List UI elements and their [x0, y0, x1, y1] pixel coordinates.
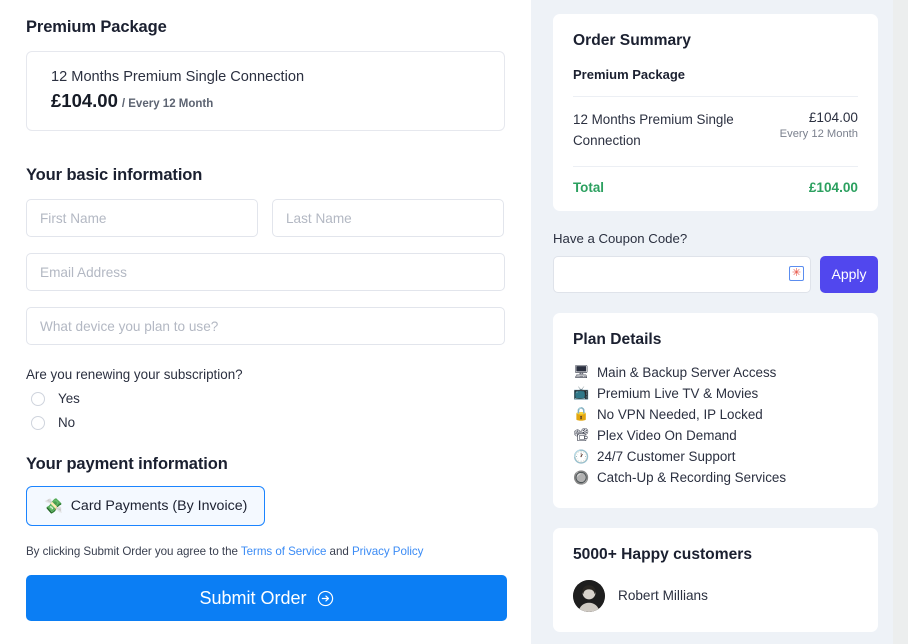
money-with-wings-icon: 💸: [44, 497, 63, 515]
coupon-question: Have a Coupon Code?: [553, 230, 688, 246]
device-input[interactable]: [26, 307, 505, 345]
coupon-field-wrapper: ✳: [553, 255, 811, 293]
terms-of-service-link[interactable]: Terms of Service: [241, 545, 327, 558]
order-summary-package-name: Premium Package: [573, 67, 686, 82]
summary-divider-top: [573, 96, 858, 97]
record-button-icon: 🔘: [573, 469, 590, 485]
film-projector-icon: 📽: [573, 427, 590, 443]
avatar: [573, 579, 605, 612]
coupon-input[interactable]: [553, 255, 811, 293]
basic-information-title: Your basic information: [26, 166, 203, 184]
plan-feature-item: 🔘 Catch-Up & Recording Services: [573, 467, 858, 488]
plan-details-card: Plan Details 🖥 Main & Backup Server Acce…: [553, 312, 878, 508]
name-field-row: [26, 199, 505, 237]
plan-feature-label: Catch-Up & Recording Services: [597, 470, 787, 486]
terms-disclaimer: By clicking Submit Order you agree to th…: [26, 545, 505, 558]
plan-feature-label: Plex Video On Demand: [597, 428, 737, 444]
summary-divider-bottom: [573, 165, 858, 167]
line-item-price: £104.00: [808, 110, 858, 125]
line-item-name: 12 Months Premium Single Connection: [573, 112, 734, 148]
first-name-input[interactable]: [26, 199, 258, 237]
package-summary-box: 12 Months Premium Single Connection £104…: [26, 51, 505, 131]
testimonial-customer-name: Robert Millians: [618, 588, 708, 604]
privacy-policy-link[interactable]: Privacy Policy: [352, 545, 424, 558]
package-billing-cycle: / Every 12 Month: [121, 97, 214, 110]
testimonial-card: 5000+ Happy customers Robert Millians: [553, 527, 878, 632]
arrow-circle-right-icon: [317, 590, 333, 606]
plan-feature-item: 🕐 24/7 Customer Support: [573, 446, 858, 467]
radio-no-label: No: [58, 415, 76, 430]
plan-feature-item: 📽 Plex Video On Demand: [573, 425, 858, 446]
terms-prefix: By clicking Submit Order you agree to th…: [26, 545, 241, 558]
last-name-input[interactable]: [272, 199, 504, 237]
package-price-row: £104.00 / Every 12 Month: [51, 90, 504, 112]
order-line-item: 12 Months Premium Single Connection £104…: [573, 110, 858, 152]
payment-option-label: Card Payments (By Invoice): [70, 498, 248, 514]
clock-icon: 🕐: [573, 448, 590, 464]
payment-information-title: Your payment information: [26, 455, 228, 473]
renewal-option-yes[interactable]: Yes: [26, 391, 505, 406]
plan-details-list: 🖥 Main & Backup Server Access 📺 Premium …: [573, 362, 858, 489]
checkout-form-column: Premium Package 12 Months Premium Single…: [0, 0, 531, 644]
lock-icon: 🔒: [573, 406, 590, 422]
order-sidebar: Order Summary Premium Package 12 Months …: [531, 0, 908, 644]
required-field-icon: ✳: [789, 265, 804, 281]
package-name: 12 Months Premium Single Connection: [51, 69, 305, 85]
coupon-section: Have a Coupon Code? ✳ Apply: [553, 231, 878, 293]
checkout-page: Premium Package 12 Months Premium Single…: [0, 0, 923, 644]
page-scrollbar[interactable]: [893, 0, 908, 644]
payment-option-card-invoice[interactable]: 💸 Card Payments (By Invoice): [26, 486, 266, 526]
terms-middle: and: [326, 545, 352, 558]
total-value: £104.00: [808, 179, 858, 195]
plan-details-title: Plan Details: [573, 330, 662, 348]
order-total-row: Total £104.00: [573, 180, 858, 195]
renewal-question: Are you renewing your subscription?: [26, 367, 243, 382]
desktop-computer-icon: 🖥: [573, 363, 590, 379]
plan-feature-label: Main & Backup Server Access: [597, 364, 777, 380]
plan-feature-item: 🔒 No VPN Needed, IP Locked: [573, 404, 858, 425]
testimonial-row: Robert Millians: [573, 579, 858, 612]
order-summary-card: Order Summary Premium Package 12 Months …: [553, 14, 878, 211]
total-label: Total: [573, 179, 604, 195]
plan-feature-item: 📺 Premium Live TV & Movies: [573, 383, 858, 404]
submit-order-label: Submit Order: [199, 587, 307, 608]
radio-no-icon[interactable]: [31, 415, 45, 430]
order-summary-title: Order Summary: [573, 32, 691, 49]
plan-feature-label: No VPN Needed, IP Locked: [597, 406, 763, 422]
line-item-cycle: Every 12 Month: [779, 128, 858, 140]
apply-coupon-button[interactable]: Apply: [820, 255, 878, 293]
testimonial-title: 5000+ Happy customers: [573, 545, 752, 563]
coupon-input-row: ✳ Apply: [553, 255, 878, 293]
submit-order-button[interactable]: Submit Order: [26, 575, 507, 621]
line-item-pricing: £104.00 Every 12 Month: [780, 110, 858, 152]
plan-feature-label: 24/7 Customer Support: [597, 449, 736, 465]
renewal-option-no[interactable]: No: [26, 415, 505, 430]
television-icon: 📺: [573, 385, 590, 401]
plan-feature-label: Premium Live TV & Movies: [597, 385, 759, 401]
plan-feature-item: 🖥 Main & Backup Server Access: [573, 362, 858, 383]
radio-yes-icon[interactable]: [31, 391, 45, 406]
package-title: Premium Package: [26, 18, 167, 36]
package-price: £104.00: [51, 89, 118, 111]
radio-yes-label: Yes: [58, 391, 80, 406]
email-input[interactable]: [26, 253, 505, 291]
